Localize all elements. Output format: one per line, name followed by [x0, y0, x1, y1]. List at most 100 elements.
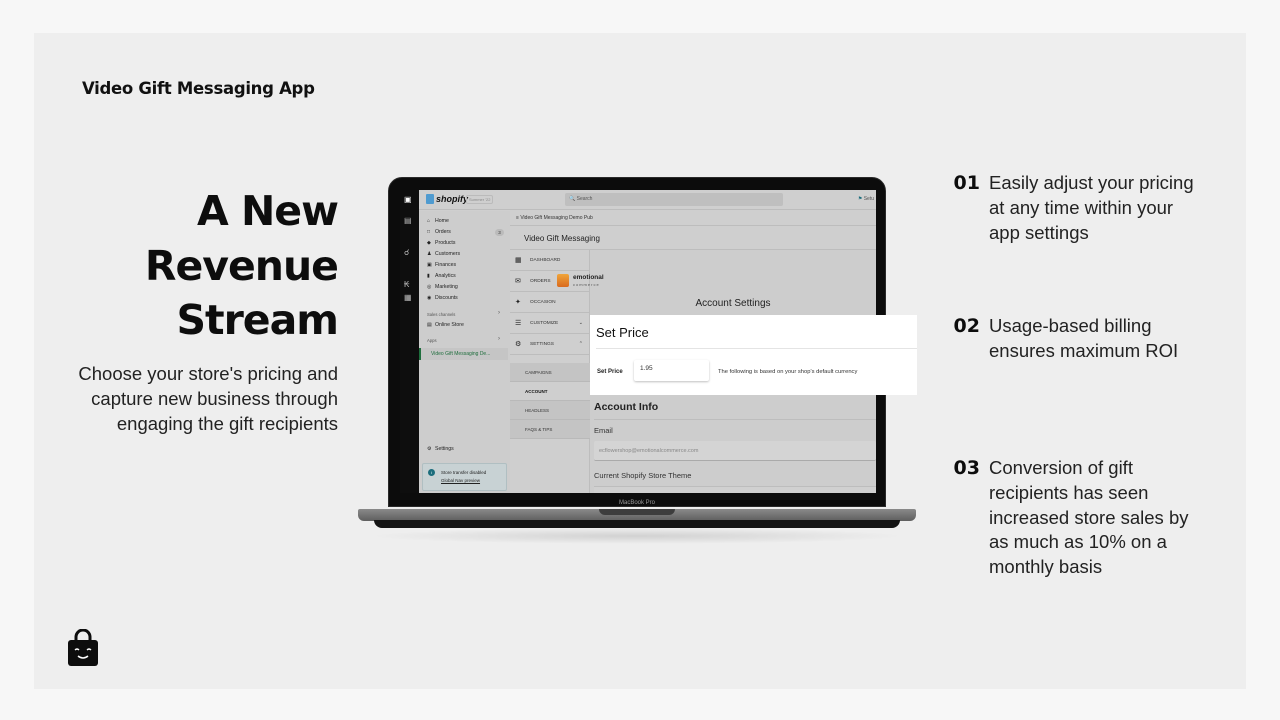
search-input[interactable]: 🔍 Search — [565, 193, 783, 206]
dashboard-icon: ▦ — [515, 257, 522, 264]
chevron-right-icon[interactable]: › — [498, 310, 500, 316]
feature-number: 01 — [953, 172, 980, 194]
app-grid-icon: ≡ — [516, 215, 519, 221]
chevron-right-icon[interactable]: › — [498, 336, 500, 342]
feature-line: as much as 10% on a — [989, 531, 1167, 553]
gear-icon: ⚙ — [427, 446, 432, 452]
headline-line: A New — [196, 187, 339, 235]
info-icon: i — [428, 469, 435, 476]
edition-badge: Summer '22 — [466, 195, 494, 204]
setup-label: Setu — [863, 196, 874, 202]
feature-line: ensures maximum ROI — [989, 339, 1179, 361]
nav-item-products[interactable]: ◆ Products — [427, 240, 455, 246]
tab-label: OCCASION — [530, 300, 556, 305]
tab-label: CAMPAIGNS — [525, 370, 552, 375]
org-icon[interactable]: ☌ — [404, 248, 409, 257]
store-transfer-banner: i Store transfer disabled Global Nav pre… — [422, 463, 507, 491]
set-price-title: Set Price — [596, 325, 649, 340]
brand-name: shopify — [436, 194, 469, 204]
orders-box-icon: ✉ — [515, 278, 521, 285]
account-settings-title: Account Settings — [695, 298, 771, 309]
left-rail: ▣ ▤ ☌ ₭ ▦ — [400, 190, 419, 493]
nav-item-analytics[interactable]: ▮ Analytics — [427, 273, 456, 279]
bank-icon: ▣ — [427, 262, 432, 268]
setup-guide-button[interactable]: ⚑ Setu — [858, 196, 874, 202]
globe-icon[interactable]: ₭ — [404, 280, 409, 289]
tab-label: SETTINGS — [530, 342, 554, 347]
search-placeholder: Search — [576, 196, 593, 202]
home-icon: ⌂ — [427, 218, 431, 224]
email-field[interactable]: ecflowershop@emotionalcommerce.com — [594, 441, 876, 461]
storefront-icon: ▤ — [427, 322, 432, 328]
search-icon: 🔍 — [569, 196, 576, 202]
orders-count-badge: 3 — [495, 229, 504, 236]
target-icon: ◎ — [427, 284, 432, 290]
set-price-input[interactable]: 1.95 — [634, 360, 709, 381]
global-nav-preview-link[interactable]: Global Nav preview — [441, 478, 480, 483]
tab-settings[interactable]: ⚙ SETTINGS ⌃ — [510, 334, 590, 355]
nav-item-active-app[interactable]: Video Gift Messaging De... — [419, 348, 508, 360]
smiling-shopping-bag-icon — [68, 629, 98, 666]
nav-label: Home — [435, 218, 449, 224]
banner-text: Store transfer disabled — [441, 470, 487, 475]
feature-text: Usage-based billing ensures maximum ROI — [989, 314, 1219, 364]
tab-customize[interactable]: ☰ CUSTOMIZE ⌄ — [510, 313, 590, 334]
nav-item-discounts[interactable]: ◉ Discounts — [427, 295, 458, 301]
theme-field[interactable] — [594, 486, 876, 493]
logo-word: emotional — [573, 274, 604, 281]
divider — [594, 419, 876, 420]
email-label: Email — [594, 426, 613, 435]
headline-line: Stream — [176, 296, 339, 344]
store-icon[interactable]: ▤ — [404, 216, 412, 225]
orange-bag-icon — [557, 274, 569, 287]
nav-label: Marketing — [435, 284, 458, 290]
app-header: Video Gift Messaging — [510, 226, 876, 250]
currency-note: The following is based on your shop's de… — [718, 369, 858, 375]
divider — [596, 348, 917, 349]
tab-headless[interactable]: HEADLESS — [510, 401, 590, 420]
nav-item-orders[interactable]: □ Orders — [427, 229, 451, 235]
tab-label: ORDERS — [530, 279, 551, 284]
nav-item-home[interactable]: ⌂ Home — [427, 218, 449, 224]
sliders-icon: ☰ — [515, 320, 522, 327]
tab-dashboard[interactable]: ▦ DASHBOARD — [510, 250, 590, 271]
nav-item-finances[interactable]: ▣ Finances — [427, 262, 456, 268]
shopify-sidebar: ⌂ Home □ Orders 3 ◆ Products ♟ Customers ▣ Fi… — [419, 211, 510, 493]
tab-account[interactable]: ACCOUNT — [510, 382, 590, 401]
subtext-line: engaging the gift recipients — [116, 413, 338, 434]
shopify-bag-icon: ▣ — [404, 195, 412, 204]
nav-item-settings[interactable]: ⚙ Settings — [427, 446, 454, 452]
nav-item-online-store[interactable]: ▤ Online Store — [427, 322, 464, 328]
nav-item-marketing[interactable]: ◎ Marketing — [427, 284, 458, 290]
headline-line: Revenue — [144, 241, 339, 290]
tab-label: CUSTOMIZE — [530, 321, 559, 326]
feature-line: Conversion of gift — [989, 457, 1133, 478]
shopify-logo: shopify — [426, 194, 468, 204]
nav-label: Customers — [435, 251, 461, 257]
feature-line: app settings — [989, 221, 1089, 243]
tools-icon[interactable]: ▦ — [404, 293, 412, 302]
feature-number: 02 — [953, 315, 980, 337]
theme-label: Current Shopify Store Theme — [594, 471, 692, 480]
set-price-card: Set Price Set Price 1.95 The following i… — [590, 315, 917, 395]
tab-faqs-tips[interactable]: FAQS & TIPS — [510, 420, 590, 439]
laptop-notch — [599, 509, 675, 515]
nav-label: Discounts — [435, 295, 458, 301]
tab-label: HEADLESS — [525, 408, 550, 413]
nav-item-customers[interactable]: ♟ Customers — [427, 251, 460, 257]
gear-icon: ⚙ — [515, 341, 522, 348]
feature-number: 03 — [953, 457, 980, 479]
set-price-label: Set Price — [597, 369, 623, 375]
subtext-line: capture new business through — [91, 388, 338, 409]
feature-line: recipients has seen — [989, 481, 1149, 503]
account-info-title: Account Info — [594, 401, 659, 413]
laptop-label: MacBook Pro — [618, 500, 655, 506]
nav-label: Online Store — [435, 322, 464, 328]
tab-label: DASHBOARD — [530, 258, 561, 263]
discount-icon: ◉ — [427, 295, 432, 301]
tag-icon: ◆ — [427, 240, 431, 246]
tab-campaigns[interactable]: CAMPAIGNS — [510, 363, 590, 382]
breadcrumb[interactable]: ≡ Video Gift Messaging Demo Pub — [510, 211, 876, 226]
tab-occasion[interactable]: ✦ OCCASION — [510, 292, 590, 313]
app-title: Video Gift Messaging App — [82, 79, 315, 98]
